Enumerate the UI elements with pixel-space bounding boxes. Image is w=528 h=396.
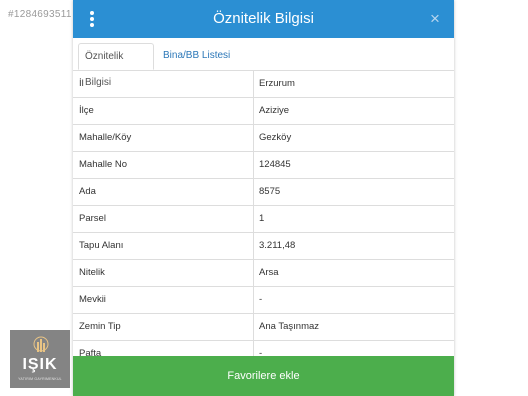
dialog-header: Öznitelik Bilgisi × [73,0,454,38]
attribute-key: İlçe [79,105,94,116]
attribute-table: İl Erzurum İlçe Aziziye Mahalle/Köy Gezköy … [73,71,454,368]
tab-bar: Öznitelik Bilgisi Bina/BB Listesi [73,38,454,88]
attribute-value: 8575 [259,186,281,197]
attribute-info-dialog: Öznitelik Bilgisi × Öznitelik Bilgisi Bi… [73,0,454,396]
watermark-id-text: #1284693511 [8,9,72,20]
attribute-value: 3.211,48 [259,240,296,251]
dialog-title: Öznitelik Bilgisi [213,10,314,27]
attribute-value: 1 [259,213,265,224]
attribute-key: İl [79,78,84,89]
attribute-key: Zemin Tip [79,321,121,332]
attribute-value: Ana Taşınmaz [259,321,320,332]
attribute-key: Parsel [79,213,106,224]
attribute-value: Aziziye [259,105,290,116]
attribute-key: Ada [79,186,96,197]
table-row: İl Erzurum [73,71,454,98]
attribute-value: Gezköy [259,132,292,143]
attribute-key: Mahalle/Köy [79,132,132,143]
table-row: Mevkii - [73,287,454,314]
building-logo-icon [33,336,49,352]
attribute-key: Mevkii [79,294,106,305]
table-row: Nitelik Arsa [73,260,454,287]
attribute-value: 124845 [259,159,291,170]
attribute-key: Mahalle No [79,159,128,170]
attribute-key: Nitelik [79,267,105,278]
add-to-favorites-button[interactable]: Favorilere ekle [73,356,454,396]
tab-attribute-info[interactable]: Öznitelik Bilgisi [78,43,154,88]
tab-building-list[interactable]: Bina/BB Listesi [157,43,236,69]
logo-text: IŞIK [22,356,58,373]
table-row: İlçe Aziziye [73,98,454,125]
table-row: Zemin Tip Ana Taşınmaz [73,314,454,341]
attribute-value: Arsa [259,267,279,278]
table-row: Parsel 1 [73,206,454,233]
table-row: Tapu Alanı 3.211,48 [73,233,454,260]
attribute-value: Erzurum [259,78,295,89]
logo-subtext: YATIRIM GAYRIMENKUL [18,377,62,381]
watermark-logo: IŞIK YATIRIM GAYRIMENKUL [10,330,70,388]
attribute-key: Tapu Alanı [79,240,124,251]
table-row: Mahalle/Köy Gezköy [73,125,454,152]
table-row: Mahalle No 124845 [73,152,454,179]
attribute-value: - [259,294,263,305]
close-icon[interactable]: × [426,9,444,29]
table-row: Ada 8575 [73,179,454,206]
